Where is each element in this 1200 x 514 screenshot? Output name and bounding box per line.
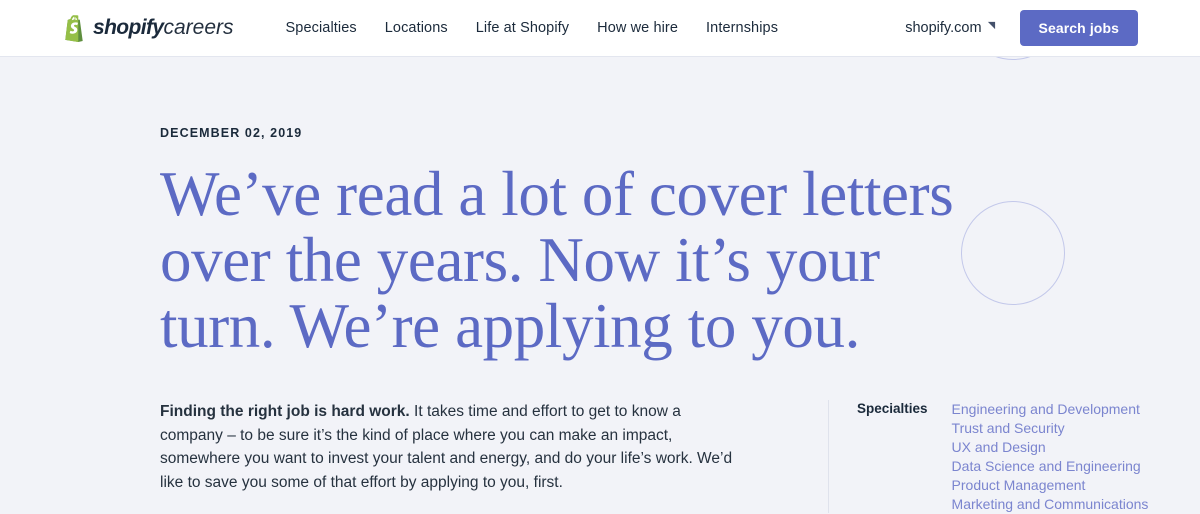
nav-item-life-at-shopify[interactable]: Life at Shopify	[476, 20, 569, 36]
nav-item-specialties[interactable]: Specialties	[286, 20, 357, 36]
brand-name: shopifycareers	[93, 16, 234, 40]
shopify-dot-com-label: shopify.com	[905, 20, 982, 36]
specialty-link-trust-and-security[interactable]: Trust and Security	[952, 419, 1149, 437]
article-inner: DECEMBER 02, 2019 We’ve read a lot of co…	[62, 126, 1148, 513]
specialties-label: Specialties	[857, 401, 928, 416]
content-row: Finding the right job is hard work. It t…	[160, 400, 1148, 513]
search-jobs-button[interactable]: Search jobs	[1019, 10, 1138, 46]
brand-name-bold: shopify	[93, 16, 164, 39]
post-body-lead: Finding the right job is hard work.	[160, 403, 410, 420]
header-actions: shopify.com Search jobs	[905, 10, 1138, 46]
list-item: Engineering and Development	[952, 400, 1149, 418]
post-body-paragraph: Finding the right job is hard work. It t…	[160, 400, 738, 494]
article-main: DECEMBER 02, 2019 We’ve read a lot of co…	[0, 126, 1200, 513]
specialty-link-engineering-and-development[interactable]: Engineering and Development	[952, 400, 1149, 418]
specialty-link-marketing-and-communications[interactable]: Marketing and Communications	[952, 495, 1149, 513]
main-navigation: Specialties Locations Life at Shopify Ho…	[286, 20, 779, 36]
shopify-bag-icon	[65, 15, 83, 42]
page-title: We’ve read a lot of cover letters over t…	[160, 159, 954, 361]
specialties-panel: Specialties Engineering and Development …	[828, 400, 1148, 513]
nav-item-locations[interactable]: Locations	[385, 20, 448, 36]
list-item: Marketing and Communications	[952, 495, 1149, 513]
list-item: Data Science and Engineering	[952, 457, 1149, 475]
shopify-dot-com-link[interactable]: shopify.com	[905, 20, 995, 36]
site-header: shopifycareers Specialties Locations Lif…	[0, 0, 1200, 57]
specialty-link-data-science-and-engineering[interactable]: Data Science and Engineering	[952, 457, 1149, 475]
external-link-arrow-icon	[987, 21, 995, 30]
specialties-list: Engineering and Development Trust and Se…	[952, 400, 1149, 513]
list-item: UX and Design	[952, 438, 1149, 456]
list-item: Product Management	[952, 476, 1149, 494]
specialty-link-product-management[interactable]: Product Management	[952, 476, 1149, 494]
specialty-link-ux-and-design[interactable]: UX and Design	[952, 438, 1149, 456]
nav-item-how-we-hire[interactable]: How we hire	[597, 20, 678, 36]
list-item: Trust and Security	[952, 419, 1149, 437]
brand-name-light: careers	[163, 16, 234, 39]
nav-item-internships[interactable]: Internships	[706, 20, 778, 36]
brand-logo-link[interactable]: shopifycareers	[62, 14, 234, 42]
post-date: DECEMBER 02, 2019	[160, 126, 303, 140]
post-body: Finding the right job is hard work. It t…	[160, 400, 738, 513]
